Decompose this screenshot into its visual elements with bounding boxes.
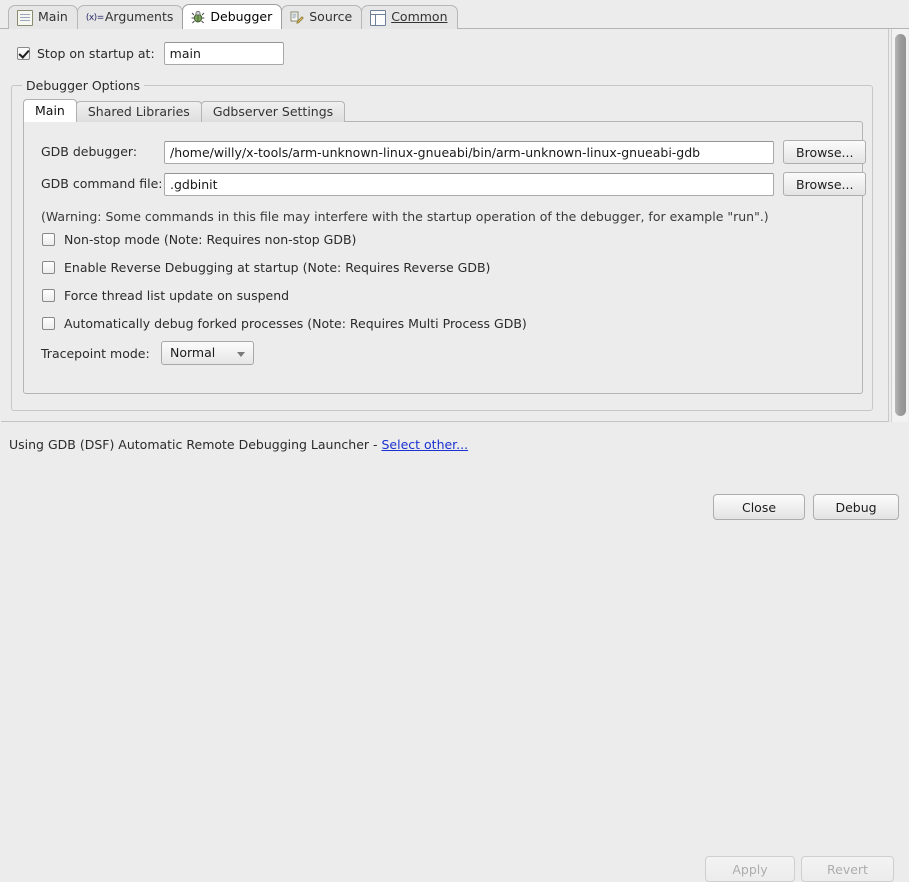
inner-tab-main[interactable]: Main bbox=[23, 99, 77, 122]
reverse-debugging-checkbox[interactable] bbox=[42, 261, 55, 274]
tab-main[interactable]: Main bbox=[8, 5, 78, 29]
gdb-command-file-warning: (Warning: Some commands in this file may… bbox=[41, 209, 769, 224]
force-thread-list-update-row: Force thread list update on suspend bbox=[42, 288, 289, 303]
reverse-debugging-row: Enable Reverse Debugging at startup (Not… bbox=[42, 260, 490, 275]
table-icon bbox=[370, 9, 387, 26]
non-stop-mode-row: Non-stop mode (Note: Requires non-stop G… bbox=[42, 232, 356, 247]
apply-button[interactable]: Apply bbox=[705, 856, 795, 882]
close-button[interactable]: Close bbox=[713, 494, 805, 520]
page-scrollbar-thumb[interactable] bbox=[895, 34, 906, 416]
gdb-debugger-browse-button[interactable]: Browse... bbox=[783, 140, 867, 164]
stop-on-startup-row: Stop on startup at: bbox=[17, 42, 284, 65]
debugger-options-tabs: Main Shared Libraries Gdbserver Settings bbox=[23, 99, 346, 122]
debug-button[interactable]: Debug bbox=[813, 494, 899, 520]
launcher-status-text: Using GDB (DSF) Automatic Remote Debuggi… bbox=[9, 437, 468, 452]
document-icon bbox=[17, 9, 33, 26]
tab-arguments[interactable]: (x)= Arguments bbox=[76, 5, 184, 29]
arguments-icon: (x)= bbox=[85, 12, 104, 23]
configuration-tab-strip: Main (x)= Arguments Debugger Source Comm… bbox=[0, 0, 909, 29]
source-edit-icon bbox=[290, 11, 305, 25]
gdb-debugger-row: GDB debugger: Browse... bbox=[41, 140, 867, 164]
stop-on-startup-input[interactable] bbox=[163, 42, 284, 65]
launcher-status-prefix: Using GDB (DSF) Automatic Remote Debuggi… bbox=[9, 437, 382, 452]
tab-main-label: Main bbox=[38, 9, 68, 25]
tab-common-label: Common bbox=[391, 11, 447, 24]
tab-debugger[interactable]: Debugger bbox=[182, 4, 283, 29]
chevron-down-icon bbox=[237, 352, 245, 357]
non-stop-mode-checkbox[interactable] bbox=[42, 233, 55, 246]
non-stop-mode-label: Non-stop mode (Note: Requires non-stop G… bbox=[64, 232, 357, 247]
stop-on-startup-checkbox[interactable] bbox=[17, 47, 30, 60]
tab-arguments-label: Arguments bbox=[104, 9, 174, 25]
gdb-command-file-input[interactable] bbox=[164, 172, 774, 196]
gdb-command-file-row: GDB command file: Browse... bbox=[41, 172, 867, 196]
gdb-command-file-browse-button[interactable]: Browse... bbox=[783, 172, 867, 196]
tracepoint-mode-value: Normal bbox=[170, 345, 216, 360]
tab-source[interactable]: Source bbox=[281, 5, 363, 29]
stop-on-startup-label: Stop on startup at: bbox=[37, 46, 155, 61]
tracepoint-mode-row: Tracepoint mode: Normal bbox=[41, 341, 254, 365]
tab-source-label: Source bbox=[309, 9, 353, 25]
page-scrollbar[interactable] bbox=[891, 29, 908, 422]
dialog-footer: Close Debug bbox=[0, 473, 909, 526]
tab-common[interactable]: Common bbox=[361, 5, 458, 29]
auto-debug-forked-row: Automatically debug forked processes (No… bbox=[42, 316, 527, 331]
auto-debug-forked-label: Automatically debug forked processes (No… bbox=[64, 316, 527, 331]
tab-common-mnemonic: Common bbox=[391, 9, 448, 25]
inner-tab-gdbserver-settings[interactable]: Gdbserver Settings bbox=[200, 101, 346, 122]
debugger-options-group: Debugger Options Main Shared Libraries G… bbox=[11, 78, 873, 411]
force-thread-list-update-checkbox[interactable] bbox=[42, 289, 55, 302]
reverse-debugging-label: Enable Reverse Debugging at startup (Not… bbox=[64, 260, 491, 275]
gdb-debugger-input[interactable] bbox=[164, 140, 774, 164]
revert-button[interactable]: Revert bbox=[801, 856, 894, 882]
tab-debugger-label: Debugger bbox=[210, 8, 273, 24]
force-thread-list-update-label: Force thread list update on suspend bbox=[64, 288, 290, 303]
status-bar: Using GDB (DSF) Automatic Remote Debuggi… bbox=[0, 423, 909, 882]
gdb-command-file-label: GDB command file: bbox=[41, 176, 163, 191]
inner-tab-shared-libraries[interactable]: Shared Libraries bbox=[75, 101, 202, 122]
select-other-launcher-link[interactable]: Select other... bbox=[381, 437, 468, 452]
tracepoint-mode-select[interactable]: Normal bbox=[161, 341, 254, 365]
bug-icon bbox=[191, 10, 205, 24]
tracepoint-mode-label: Tracepoint mode: bbox=[41, 345, 150, 361]
page-outline: Stop on startup at: Debugger Options Mai… bbox=[1, 29, 889, 422]
debugger-options-title: Debugger Options bbox=[22, 78, 145, 93]
debugger-main-panel: GDB debugger: Browse... GDB command file… bbox=[23, 121, 867, 394]
gdb-debugger-label: GDB debugger: bbox=[41, 144, 138, 159]
debugger-page: Stop on startup at: Debugger Options Mai… bbox=[0, 29, 909, 423]
auto-debug-forked-checkbox[interactable] bbox=[42, 317, 55, 330]
